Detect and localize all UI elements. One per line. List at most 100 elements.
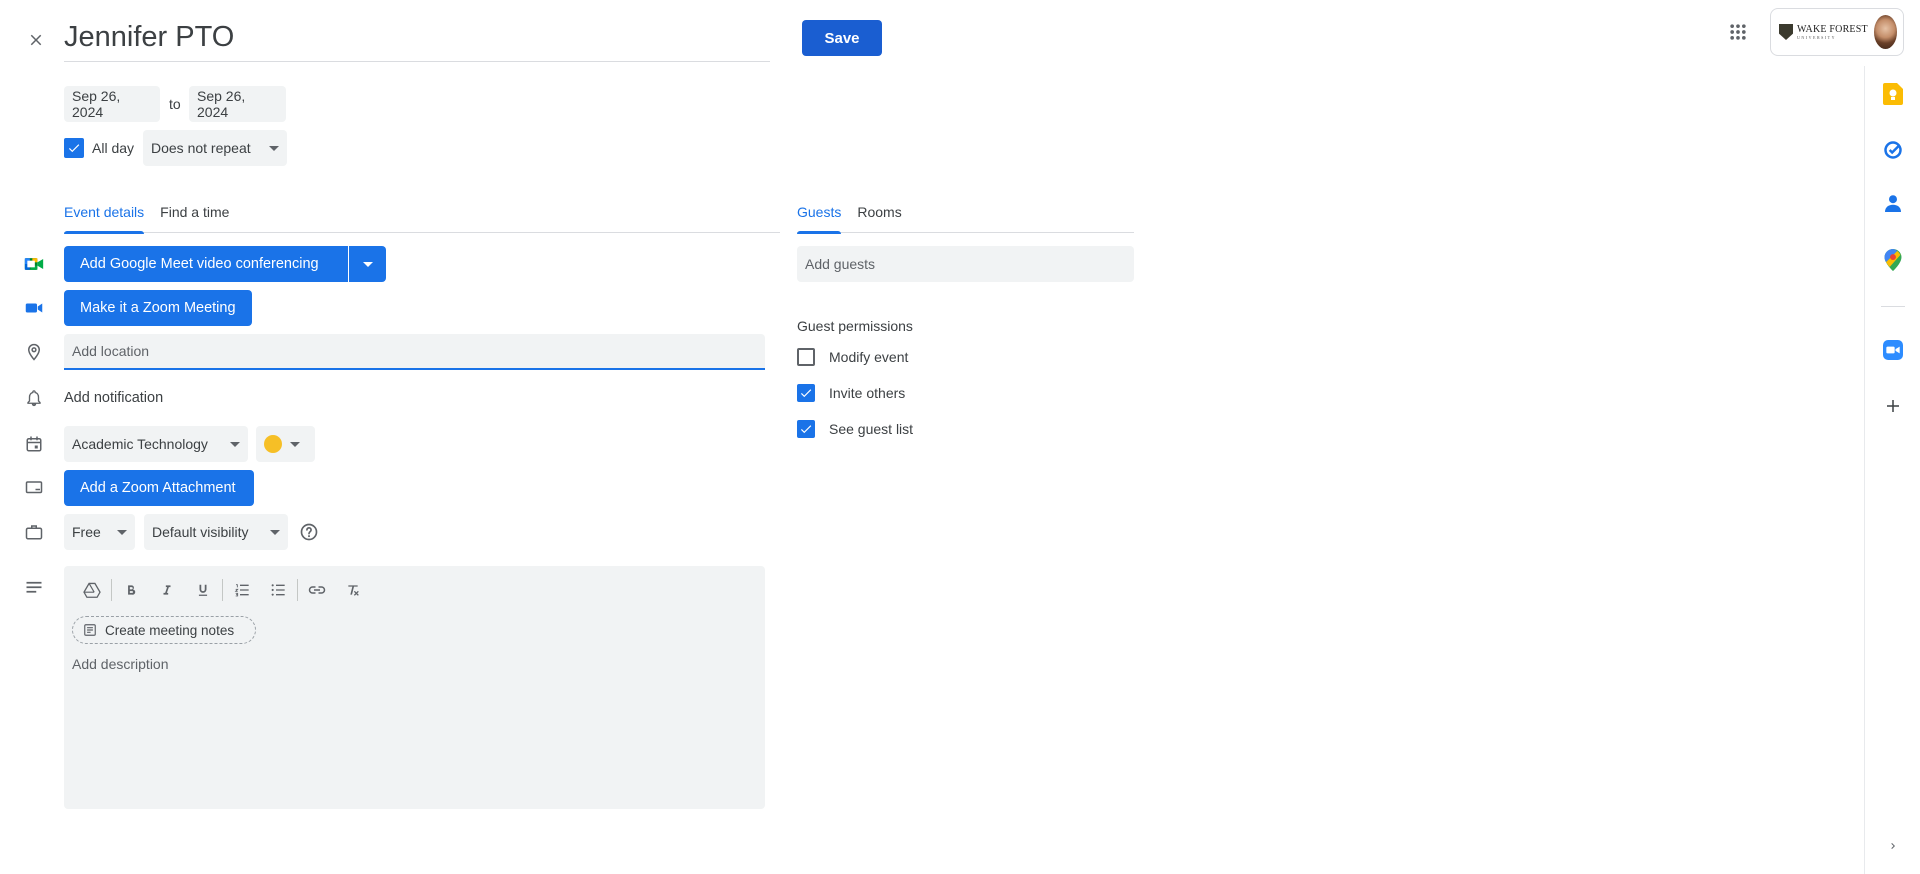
description-editor: Create meeting notes <box>64 566 765 809</box>
italic-button[interactable] <box>149 576 185 604</box>
tab-guests[interactable]: Guests <box>797 200 842 234</box>
org-shield-icon <box>1779 24 1793 40</box>
add-guests-input[interactable] <box>805 256 1126 272</box>
create-meeting-notes-label: Create meeting notes <box>105 622 235 638</box>
invite-others-checkbox[interactable] <box>797 384 815 402</box>
account-switcher[interactable]: WAKE FOREST UNIVERSITY <box>1770 8 1904 56</box>
add-google-meet-label: Add Google Meet video conferencing <box>80 256 319 272</box>
visibility-value: Default visibility <box>152 524 249 540</box>
make-zoom-meeting-button[interactable]: Make it a Zoom Meeting <box>64 290 252 326</box>
chevron-down-icon <box>230 441 240 447</box>
help-icon <box>300 523 318 541</box>
chevron-down-icon <box>290 441 300 447</box>
side-panel-divider <box>1881 306 1905 307</box>
bold-button[interactable] <box>113 576 149 604</box>
add-zoom-attachment-label: Add a Zoom Attachment <box>80 480 236 496</box>
close-button[interactable] <box>18 22 54 58</box>
zoom-attachment-icon <box>22 476 46 500</box>
description-icon <box>22 576 46 600</box>
modify-event-checkbox[interactable] <box>797 348 815 366</box>
insert-link-button[interactable] <box>299 576 335 604</box>
all-day-checkbox[interactable] <box>64 138 84 158</box>
checkmark-icon <box>68 144 80 153</box>
bulleted-list-icon <box>271 584 285 596</box>
calendar-select[interactable]: Academic Technology <box>64 426 248 462</box>
user-avatar[interactable] <box>1873 15 1897 49</box>
tasks-icon[interactable] <box>1881 138 1905 162</box>
bold-icon <box>128 585 136 595</box>
drive-attachment-button[interactable] <box>74 576 110 604</box>
numbered-list-button[interactable] <box>224 576 260 604</box>
permission-row-modify-event: Modify event <box>797 348 908 366</box>
all-day-label: All day <box>92 140 135 156</box>
side-panel <box>1864 66 1920 874</box>
permission-row-invite-others: Invite others <box>797 384 905 402</box>
modify-event-label: Modify event <box>829 349 909 365</box>
see-guest-list-checkbox[interactable] <box>797 420 815 438</box>
see-guest-list-label: See guest list <box>829 421 914 437</box>
checkmark-icon <box>800 389 812 398</box>
clear-formatting-icon <box>348 585 359 596</box>
contacts-icon[interactable] <box>1881 192 1905 216</box>
end-date-value: Sep 26, 2024 <box>197 88 246 120</box>
chevron-down-icon <box>117 529 127 535</box>
bulleted-list-button[interactable] <box>260 576 296 604</box>
start-date-value: Sep 26, 2024 <box>72 88 121 120</box>
add-zoom-attachment-button[interactable]: Add a Zoom Attachment <box>64 470 254 506</box>
create-meeting-notes-button[interactable]: Create meeting notes <box>72 616 256 644</box>
underline-button[interactable] <box>185 576 221 604</box>
tab-find-a-time[interactable]: Find a time <box>160 200 229 233</box>
toolbar-divider <box>111 579 112 601</box>
chevron-down-icon <box>362 261 373 267</box>
org-subtitle: UNIVERSITY <box>1797 34 1836 40</box>
meet-options-dropdown[interactable] <box>349 246 386 282</box>
availability-select[interactable]: Free <box>64 514 135 550</box>
location-field[interactable] <box>64 334 765 370</box>
invite-others-label: Invite others <box>829 385 906 401</box>
location-input[interactable] <box>72 343 757 359</box>
start-date-picker[interactable]: Sep 26, 2024 <box>64 86 160 122</box>
help-button[interactable] <box>298 521 320 543</box>
add-google-meet-button[interactable]: Add Google Meet video conferencing <box>64 246 348 282</box>
underline-icon <box>198 584 208 596</box>
add-guests-field[interactable] <box>797 246 1134 282</box>
maps-icon[interactable] <box>1881 248 1905 272</box>
repeat-value: Does not repeat <box>151 140 251 156</box>
toolbar-divider <box>297 579 298 601</box>
event-title-input[interactable] <box>64 14 770 61</box>
date-separator: to <box>169 96 181 112</box>
add-notification-button[interactable]: Add notification <box>64 390 163 406</box>
save-button[interactable]: Save <box>802 20 882 56</box>
description-input[interactable] <box>72 656 752 796</box>
remove-formatting-button[interactable] <box>335 576 371 604</box>
event-color-select[interactable] <box>256 426 315 462</box>
end-date-picker[interactable]: Sep 26, 2024 <box>189 86 286 122</box>
org-name: WAKE FOREST <box>1797 23 1868 35</box>
chevron-down-icon <box>269 145 279 151</box>
event-tabs: Event details Find a time <box>64 200 780 234</box>
notes-icon <box>84 624 96 636</box>
add-icon[interactable] <box>1881 394 1905 418</box>
expand-chevron-icon[interactable] <box>1881 834 1905 858</box>
google-meet-icon <box>22 252 46 276</box>
zoom-app-icon[interactable] <box>1881 338 1905 362</box>
calendar-value: Academic Technology <box>72 436 208 452</box>
permission-row-see-guest-list: See guest list <box>797 420 913 438</box>
close-icon <box>30 34 42 46</box>
calendar-icon <box>22 432 46 456</box>
keep-icon[interactable] <box>1881 82 1905 106</box>
event-title-field[interactable] <box>64 14 770 62</box>
zoom-video-icon <box>22 296 46 320</box>
guest-permissions-title: Guest permissions <box>797 318 913 334</box>
guest-tabs: Guests Rooms <box>797 200 1134 234</box>
google-apps-button[interactable] <box>1722 16 1754 48</box>
tab-rooms[interactable]: Rooms <box>857 200 901 233</box>
numbered-list-icon <box>234 584 249 597</box>
tab-event-details[interactable]: Event details <box>64 200 145 234</box>
briefcase-icon <box>22 520 46 544</box>
event-color-swatch <box>264 435 282 453</box>
formatting-toolbar <box>74 576 371 604</box>
visibility-select[interactable]: Default visibility <box>144 514 288 550</box>
repeat-select[interactable]: Does not repeat <box>143 130 287 166</box>
italic-icon <box>163 585 171 595</box>
